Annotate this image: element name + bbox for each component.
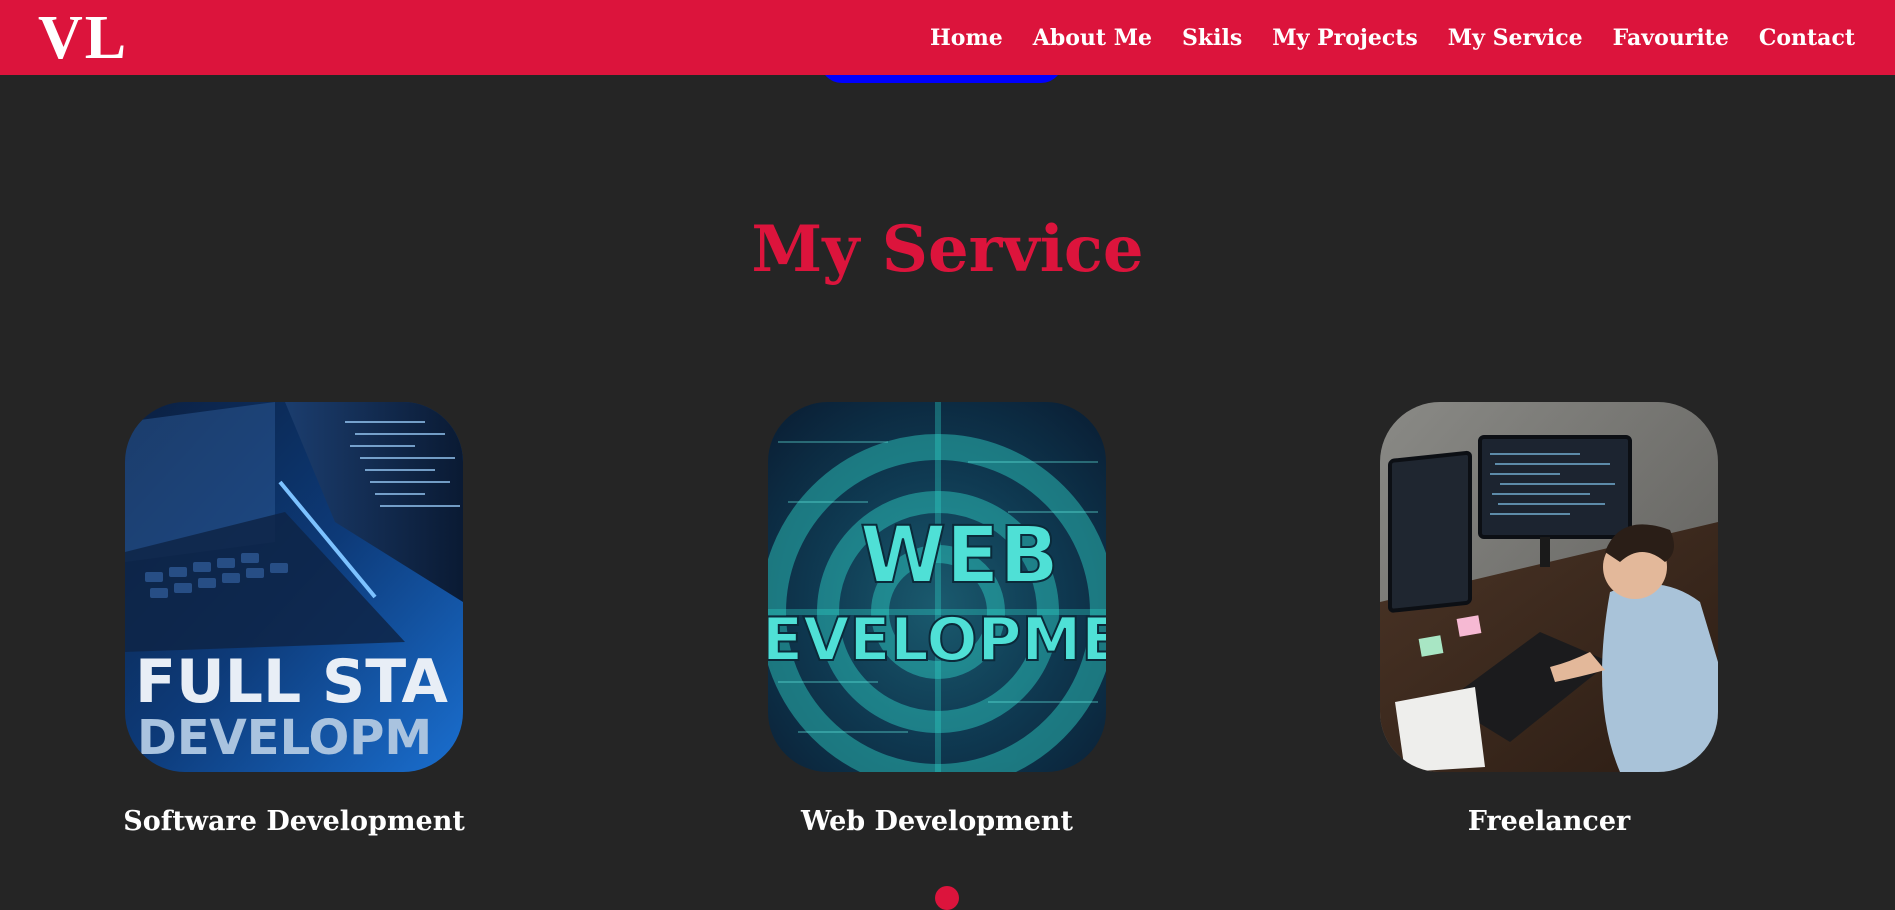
nav-link-my-service[interactable]: My Service bbox=[1448, 25, 1583, 51]
logo[interactable]: VL bbox=[38, 2, 128, 74]
software-development-image: FULL STA DEVELOPM bbox=[125, 402, 463, 772]
nav-menu: Home About Me Skils My Projects My Servi… bbox=[930, 0, 1855, 75]
software-image-text-line2: DEVELOPM bbox=[137, 710, 432, 766]
service-label-web-development: Web Development bbox=[800, 806, 1074, 837]
nav-link-skills[interactable]: Skils bbox=[1182, 25, 1242, 51]
nav-link-about-me[interactable]: About Me bbox=[1033, 25, 1152, 51]
navbar: VL Home About Me Skils My Projects My Se… bbox=[0, 0, 1895, 75]
web-image-text-line1: WEB bbox=[860, 511, 1059, 601]
nav-link-home[interactable]: Home bbox=[930, 25, 1003, 51]
service-label-freelancer: Freelancer bbox=[1467, 806, 1631, 837]
service-card-software-development[interactable]: FULL STA DEVELOPM Software Development bbox=[123, 402, 465, 837]
service-card-freelancer[interactable]: Freelancer bbox=[1380, 402, 1718, 837]
service-label-software-development: Software Development bbox=[123, 806, 465, 837]
decorative-dot bbox=[935, 886, 959, 910]
nav-link-contact[interactable]: Contact bbox=[1759, 25, 1855, 51]
nav-link-my-projects[interactable]: My Projects bbox=[1272, 25, 1418, 51]
section-title: My Service bbox=[751, 212, 1144, 287]
nav-link-favourite[interactable]: Favourite bbox=[1613, 25, 1729, 51]
web-development-image: WEB EVELOPME bbox=[768, 402, 1106, 772]
freelancer-image bbox=[1380, 402, 1718, 772]
web-image-text-line2: EVELOPME bbox=[768, 605, 1106, 675]
service-card-web-development[interactable]: WEB EVELOPME Web Development bbox=[768, 402, 1106, 837]
software-image-text-line1: FULL STA bbox=[135, 647, 449, 717]
